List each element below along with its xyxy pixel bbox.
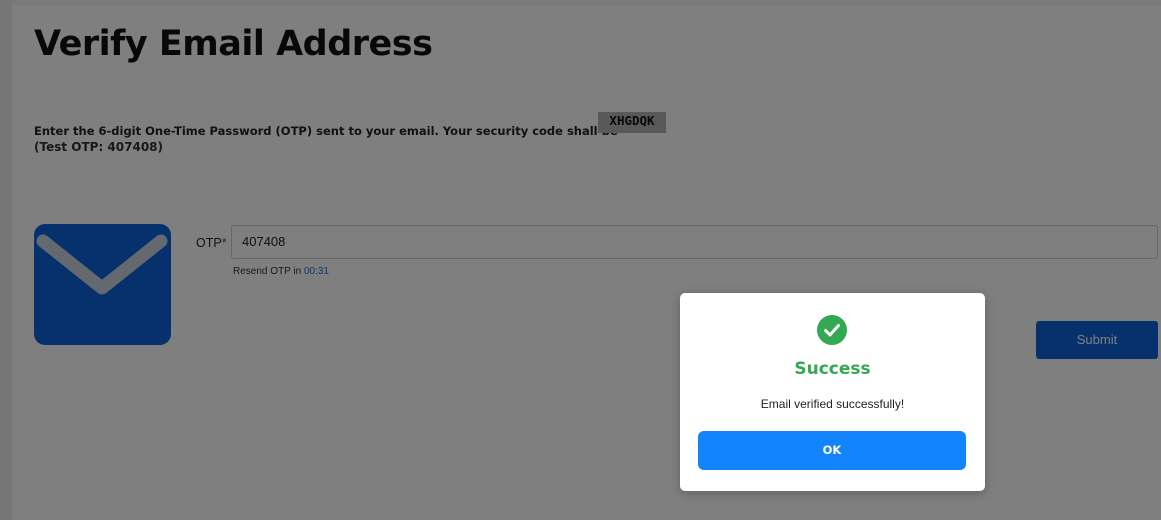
success-dialog: Success Email verified successfully! OK xyxy=(680,293,985,491)
check-circle-icon xyxy=(817,315,847,345)
modal-overlay[interactable] xyxy=(0,0,1161,520)
dialog-title: Success xyxy=(794,359,871,379)
ok-button[interactable]: OK xyxy=(698,431,966,470)
dialog-message: Email verified successfully! xyxy=(760,397,905,411)
